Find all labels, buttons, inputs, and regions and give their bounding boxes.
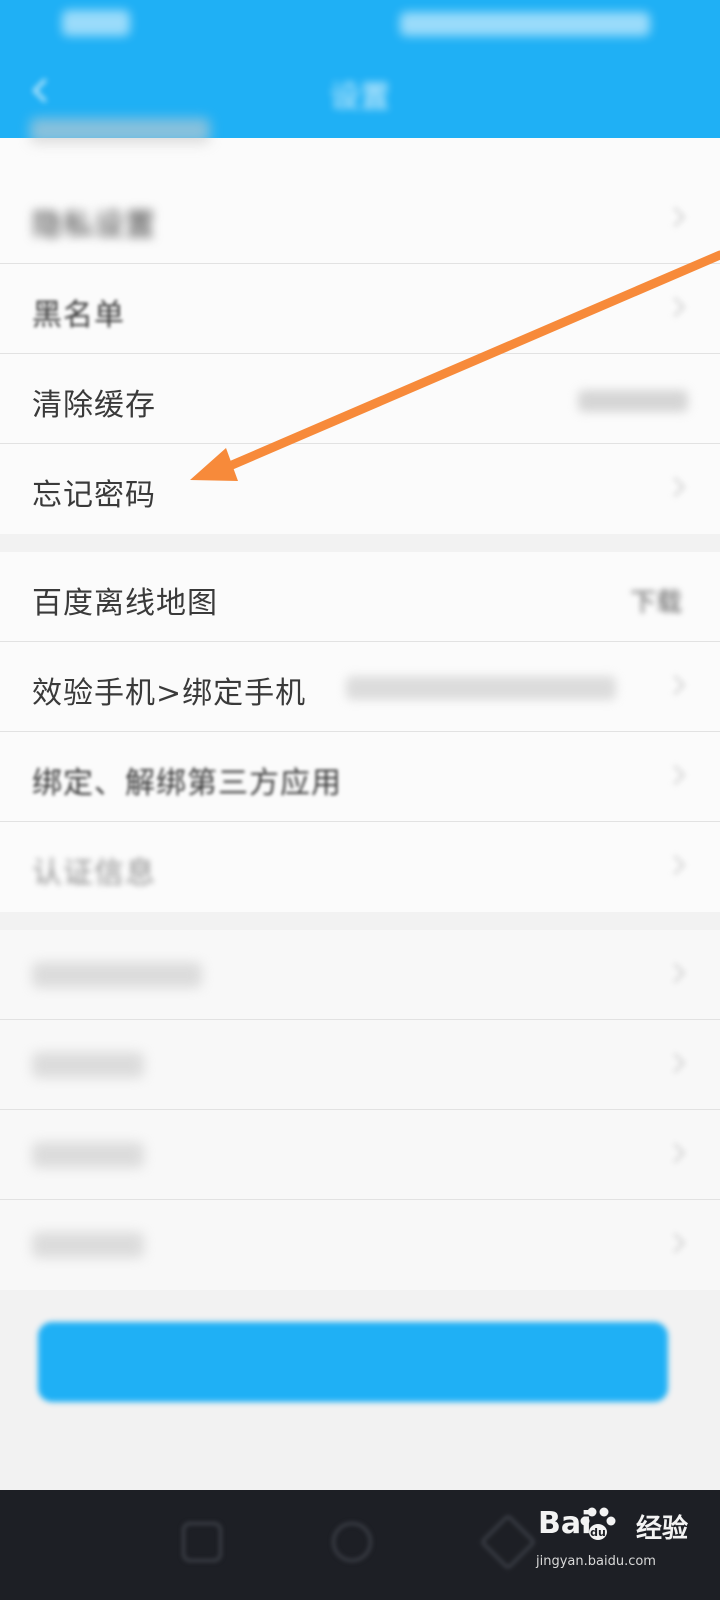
page-title: 设置 [330,80,390,115]
paw-icon: du [580,1507,616,1540]
home-icon[interactable] [332,1522,372,1562]
row-label: 认证信息 [32,856,156,891]
blurred-label [32,1232,144,1258]
settings-row-forgot-password[interactable]: 忘记密码 [0,444,720,534]
row-label: 忘记密码 [32,478,156,513]
recent-apps-icon[interactable] [182,1522,222,1562]
settings-row-offline-map[interactable]: 百度离线地图 下载 [0,552,720,642]
status-time [62,10,130,36]
chevron-right-icon [668,298,686,316]
chevron-right-icon [668,1054,686,1072]
row-label: 清除缓存 [32,388,156,423]
baidu-jingyan-watermark: Bai du 经验 jingyan.baidu.com [536,1502,706,1584]
settings-row-clear-cache[interactable]: 清除缓存 [0,354,720,444]
settings-row-certification[interactable]: 认证信息 [0,822,720,912]
blurred-label [32,1142,144,1168]
status-icons [400,12,650,36]
row-label: 绑定、解绑第三方应用 [32,766,342,801]
download-value: 下载 [629,588,682,618]
watermark-url: jingyan.baidu.com [536,1554,656,1569]
settings-row-privacy[interactable]: 隐私设置 [0,174,720,264]
settings-row-blacklist[interactable]: 黑名单 [0,264,720,354]
chevron-right-icon [668,478,686,496]
settings-group-3 [0,930,720,1290]
chevron-right-icon [668,676,686,694]
back-icon[interactable] [28,76,58,106]
settings-row-blurred[interactable] [0,930,720,1020]
bound-phone-value [346,676,616,700]
svg-text:du: du [590,1526,606,1539]
settings-row-third-party[interactable]: 绑定、解绑第三方应用 [0,732,720,822]
chevron-right-icon [668,1144,686,1162]
row-label: 黑名单 [32,298,125,333]
logout-button[interactable] [38,1322,668,1402]
chevron-right-icon [668,856,686,874]
back-nav-icon[interactable] [479,1513,537,1571]
partial-row-label [30,118,210,144]
chevron-right-icon [668,766,686,784]
settings-row-blurred[interactable] [0,1200,720,1290]
row-label: 百度离线地图 [32,586,218,621]
chevron-right-icon [668,964,686,982]
watermark-jingyan: 经验 [636,1514,689,1544]
settings-row-blurred[interactable] [0,1020,720,1110]
settings-group-1: 隐私设置 黑名单 清除缓存 忘记密码 [0,118,720,534]
blurred-label [32,962,202,988]
cache-size-value [578,390,688,412]
settings-row-blurred[interactable] [0,1110,720,1200]
row-label: 隐私设置 [32,208,156,243]
settings-row-verify-phone[interactable]: 效验手机>绑定手机 [0,642,720,732]
system-nav-bar: Bai du 经验 jingyan.baidu.com [0,1490,720,1600]
row-label: 效验手机>绑定手机 [32,676,307,711]
settings-group-2: 百度离线地图 下载 效验手机>绑定手机 绑定、解绑第三方应用 认证信息 [0,552,720,912]
chevron-right-icon [668,208,686,226]
chevron-right-icon [668,1234,686,1252]
blurred-label [32,1052,144,1078]
